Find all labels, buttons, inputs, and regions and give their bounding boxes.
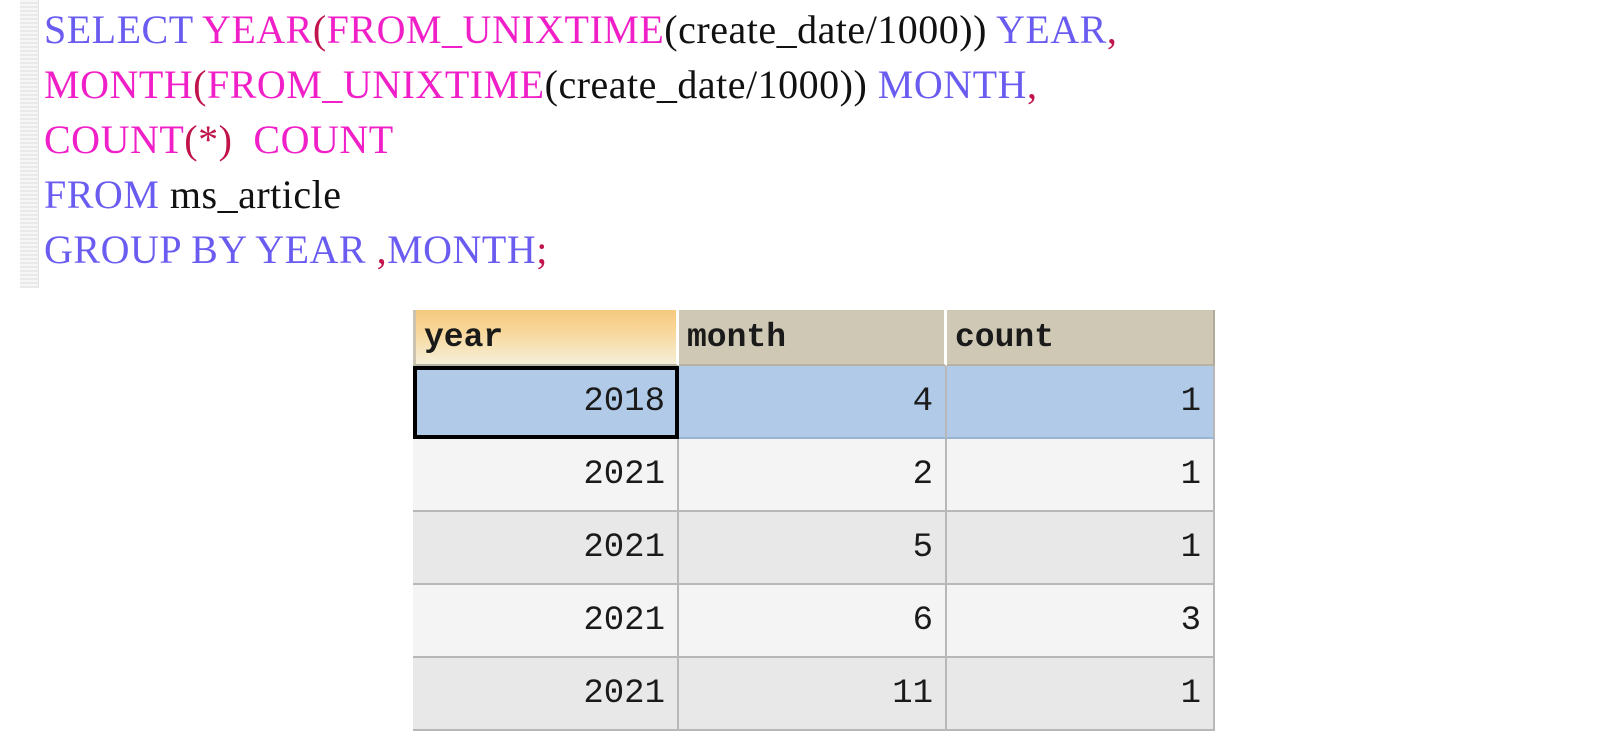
sql-line-2: MONTH(FROM_UNIXTIME(create_date/1000)) M…	[44, 57, 1614, 112]
cell-month[interactable]: 6	[679, 585, 947, 658]
sql-token-fn: YEAR	[201, 7, 313, 52]
cell-count[interactable]: 3	[947, 585, 1215, 658]
sql-token-fn: FROM_UNIXTIME	[207, 62, 545, 107]
sql-token-fn: COUNT	[253, 117, 394, 162]
sql-token-pun: (	[312, 7, 327, 52]
cell-year[interactable]: 2021	[413, 512, 679, 585]
result-table[interactable]: year month count 2018 4 1 2021 2 1 2021 5 1 2021 6 3 2…	[413, 310, 1215, 731]
sql-token-kw: MONTH	[877, 62, 1027, 107]
sql-token-fn: COUNT	[44, 117, 185, 162]
sql-token-pun: ,	[1026, 62, 1038, 107]
sql-token-kw: FROM	[44, 172, 160, 217]
sql-token-pun: (	[193, 62, 207, 107]
cell-year[interactable]: 2021	[413, 585, 679, 658]
cell-month[interactable]: 4	[679, 366, 947, 439]
sql-token-pun: (*)	[184, 117, 233, 162]
sql-query-editor[interactable]: SELECT YEAR(FROM_UNIXTIME(create_date/10…	[0, 0, 1616, 288]
cell-month[interactable]: 11	[679, 658, 947, 731]
query-result-grid[interactable]: year month count 2018 4 1 2021 2 1 2021 5 1 2021 6 3 2…	[413, 310, 1215, 731]
sql-token-kw: MONTH	[387, 227, 537, 272]
cell-count[interactable]: 1	[947, 512, 1215, 585]
result-table-header: year month count	[413, 310, 1215, 366]
table-row[interactable]: 2021 5 1	[413, 512, 1215, 585]
sql-token-pln: (create_date/1000))	[544, 62, 868, 107]
cell-year[interactable]: 2018	[413, 366, 679, 439]
cell-year[interactable]: 2021	[413, 439, 679, 512]
sql-token-pln	[232, 117, 253, 162]
sql-token-pln	[193, 7, 202, 52]
sql-token-pln	[987, 7, 996, 52]
cell-count[interactable]: 1	[947, 366, 1215, 439]
sql-token-pln: ms_article	[169, 172, 342, 217]
cell-month[interactable]: 2	[679, 439, 947, 512]
sql-token-pun: ,	[376, 227, 388, 272]
sql-token-pln	[159, 172, 170, 217]
sql-token-fn: FROM_UNIXTIME	[326, 7, 665, 52]
table-row[interactable]: 2021 11 1	[413, 658, 1215, 731]
cell-year[interactable]: 2021	[413, 658, 679, 731]
header-row: year month count	[413, 310, 1215, 366]
result-table-body[interactable]: 2018 4 1 2021 2 1 2021 5 1 2021 6 3 2021 11 1	[413, 366, 1215, 731]
table-row[interactable]: 2018 4 1	[413, 366, 1215, 439]
sql-line-1: SELECT YEAR(FROM_UNIXTIME(create_date/10…	[44, 2, 1614, 57]
sql-token-pun: ;	[536, 227, 548, 272]
sql-token-kw: SELECT	[44, 7, 193, 52]
sql-token-pun: ,	[1106, 7, 1118, 52]
sql-token-kw: YEAR	[995, 7, 1107, 52]
sql-line-5: GROUP BY YEAR ,MONTH;	[44, 222, 1614, 277]
column-header-count[interactable]: count	[947, 310, 1215, 366]
sql-token-kw: GROUP BY YEAR	[44, 227, 377, 272]
editor-gutter	[20, 0, 39, 288]
sql-token-fn: MONTH	[44, 62, 194, 107]
table-row[interactable]: 2021 6 3	[413, 585, 1215, 658]
cell-count[interactable]: 1	[947, 439, 1215, 512]
cell-month[interactable]: 5	[679, 512, 947, 585]
sql-line-4: FROM ms_article	[44, 167, 1614, 222]
cell-count[interactable]: 1	[947, 658, 1215, 731]
sql-token-pln: (create_date/1000))	[664, 7, 987, 52]
column-header-year[interactable]: year	[413, 310, 679, 366]
column-header-month[interactable]: month	[679, 310, 947, 366]
sql-token-pln	[867, 62, 878, 107]
table-row[interactable]: 2021 2 1	[413, 439, 1215, 512]
sql-code-area[interactable]: SELECT YEAR(FROM_UNIXTIME(create_date/10…	[44, 2, 1614, 277]
sql-line-3: COUNT(*) COUNT	[44, 112, 1614, 167]
